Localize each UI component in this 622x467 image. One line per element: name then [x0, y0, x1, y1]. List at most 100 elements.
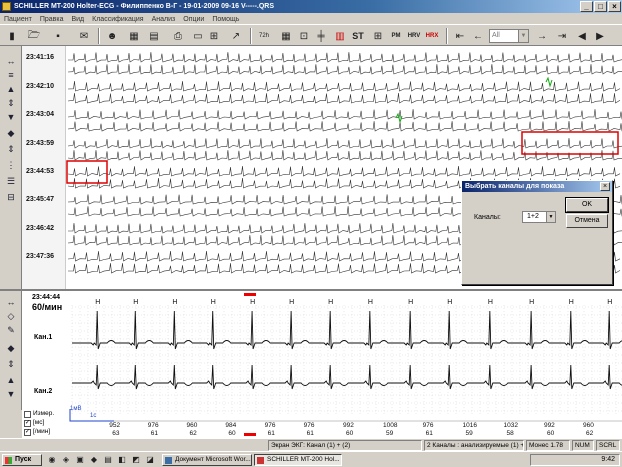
- shrink-icon[interactable]: ◆: [3, 126, 19, 140]
- title-bar: SCHILLER MT-200 Holter-ECG - Филиппенко …: [0, 0, 622, 13]
- hr-value: 60: [547, 430, 555, 437]
- permin-label: [/мин]: [33, 428, 51, 435]
- maximize-button[interactable]: □: [594, 1, 607, 12]
- rr-value: 976: [148, 422, 159, 429]
- channels-label: Каналы:: [474, 214, 501, 221]
- word-icon: [165, 457, 172, 464]
- down-icon[interactable]: ▼: [3, 110, 19, 124]
- beat-label: H: [447, 299, 452, 306]
- quicklaunch-icon[interactable]: ◉: [46, 452, 58, 466]
- toolbar-separator: [98, 28, 100, 44]
- open-folder-icon[interactable]: 🗁: [26, 28, 42, 44]
- up-down-icon[interactable]: ⇕: [3, 96, 19, 110]
- rr-value: 992: [343, 422, 354, 429]
- window-title: SCHILLER MT-200 Holter-ECG - Филиппенко …: [14, 3, 275, 10]
- quicklaunch-icon[interactable]: ◪: [144, 452, 156, 466]
- split-icon[interactable]: ╪: [313, 28, 329, 44]
- arrows-icon[interactable]: ↔: [3, 295, 19, 309]
- toolbar-separator: [250, 28, 252, 44]
- patient-icon[interactable]: ☻: [104, 28, 120, 44]
- beat-label: H: [133, 299, 138, 306]
- preview-icon[interactable]: ▭: [190, 28, 206, 44]
- save-icon[interactable]: ▪: [50, 28, 66, 44]
- rr-value: 976: [423, 422, 434, 429]
- cancel-button[interactable]: Отмена: [566, 214, 608, 228]
- hrv-icon[interactable]: HRV: [406, 28, 422, 44]
- print-icon[interactable]: ⎙: [170, 28, 186, 44]
- last-icon[interactable]: ⇥: [554, 28, 570, 44]
- quicklaunch-icon[interactable]: ◧: [116, 452, 128, 466]
- ruler-icon[interactable]: ⊡: [296, 28, 312, 44]
- next-icon[interactable]: →: [534, 28, 550, 44]
- back-icon[interactable]: ◀: [574, 28, 590, 44]
- hrx-icon[interactable]: HRX: [424, 28, 440, 44]
- filter-combo[interactable]: All ▼: [489, 29, 529, 43]
- prev-icon[interactable]: ←: [470, 28, 486, 44]
- scale-time-label: 1с: [90, 413, 97, 419]
- event-marker: [395, 112, 403, 124]
- quicklaunch-icon[interactable]: ◈: [60, 452, 72, 466]
- down-icon[interactable]: ▼: [3, 387, 19, 401]
- eraser-icon[interactable]: ◇: [3, 309, 19, 323]
- permin-checkbox[interactable]: ✓: [24, 429, 31, 436]
- quicklaunch-icon[interactable]: ▤: [102, 452, 114, 466]
- hr-value: 63: [112, 430, 120, 437]
- filter-icon[interactable]: ⊞: [206, 28, 222, 44]
- quicklaunch-icon[interactable]: ◩: [130, 452, 142, 466]
- status-scrl: SCRL: [596, 440, 620, 451]
- hr-value: 59: [386, 430, 394, 437]
- channels-icon[interactable]: ⊟: [3, 190, 19, 204]
- task-word[interactable]: Документ Microsoft Wor...: [162, 454, 252, 466]
- report-icon[interactable]: ▦: [126, 28, 142, 44]
- bars-icon[interactable]: ▥: [332, 28, 348, 44]
- channels-select[interactable]: 1+2 ▼: [522, 211, 556, 223]
- beat-label: H: [95, 299, 100, 306]
- time-icon[interactable]: 72h: [256, 28, 272, 44]
- overview-trace: [67, 92, 621, 104]
- beat-label: H: [250, 299, 255, 306]
- first-icon[interactable]: ⇤: [452, 28, 468, 44]
- bar-icon[interactable]: ▮: [4, 28, 20, 44]
- task-schiller[interactable]: SCHILLER MT-200 Hol...: [254, 454, 342, 466]
- document-icon[interactable]: ▤: [146, 28, 162, 44]
- ecg-detail-panel[interactable]: HHHHHHHHHHHHHH 952 63 976 61 960 62 984 60 976 61…: [22, 291, 622, 438]
- ok-button[interactable]: OK: [565, 197, 609, 213]
- measure-label: Измер.: [33, 410, 55, 417]
- start-button[interactable]: Пуск: [2, 454, 42, 466]
- status-screen: Экран ЭКГ: Канал (1) + (2): [268, 440, 422, 451]
- beat-label: H: [172, 299, 177, 306]
- overview-trace: [68, 52, 622, 63]
- channels-select-value: 1+2: [527, 213, 539, 220]
- rr-value: 1008: [383, 422, 398, 429]
- pm-icon[interactable]: PM: [388, 28, 404, 44]
- measure-checkbox[interactable]: [24, 411, 31, 418]
- table-icon[interactable]: ▦: [278, 28, 294, 44]
- overview-trace: [67, 165, 621, 177]
- expand-icon[interactable]: ◆: [3, 341, 19, 355]
- up-icon[interactable]: ▲: [3, 373, 19, 387]
- rr-value: 960: [187, 422, 198, 429]
- dialog-title: Выбрать каналы для показа: [462, 181, 612, 192]
- up-down-icon[interactable]: ⇕: [3, 357, 19, 371]
- close-button[interactable]: ×: [608, 1, 621, 12]
- zoom-icon[interactable]: ↗: [228, 28, 244, 44]
- st-icon[interactable]: ST: [350, 28, 366, 44]
- dialog-close-button[interactable]: ×: [600, 182, 610, 191]
- quicklaunch-icon[interactable]: ▣: [74, 452, 86, 466]
- forward-icon[interactable]: ▶: [592, 28, 608, 44]
- status-channels: 2 Каналы : анализируемые (1) + (: [424, 440, 524, 451]
- scale-icon[interactable]: ≡: [3, 68, 19, 82]
- quicklaunch-icon[interactable]: ◆: [88, 452, 100, 466]
- mail-icon[interactable]: ✉: [76, 28, 92, 44]
- arrows-icon[interactable]: ↔: [3, 54, 19, 68]
- minimize-button[interactable]: _: [580, 1, 593, 12]
- leads-icon[interactable]: ☰: [3, 174, 19, 188]
- overview-trace: [67, 120, 622, 132]
- bars-v-icon[interactable]: ⋮: [3, 158, 19, 172]
- ms-checkbox[interactable]: ✓: [24, 420, 31, 427]
- grid-icon[interactable]: ⊞: [370, 28, 386, 44]
- expand-icon[interactable]: ⇕: [3, 142, 19, 156]
- up-icon[interactable]: ▲: [3, 82, 19, 96]
- pen-icon[interactable]: ✎: [3, 323, 19, 337]
- beat-label: H: [368, 299, 373, 306]
